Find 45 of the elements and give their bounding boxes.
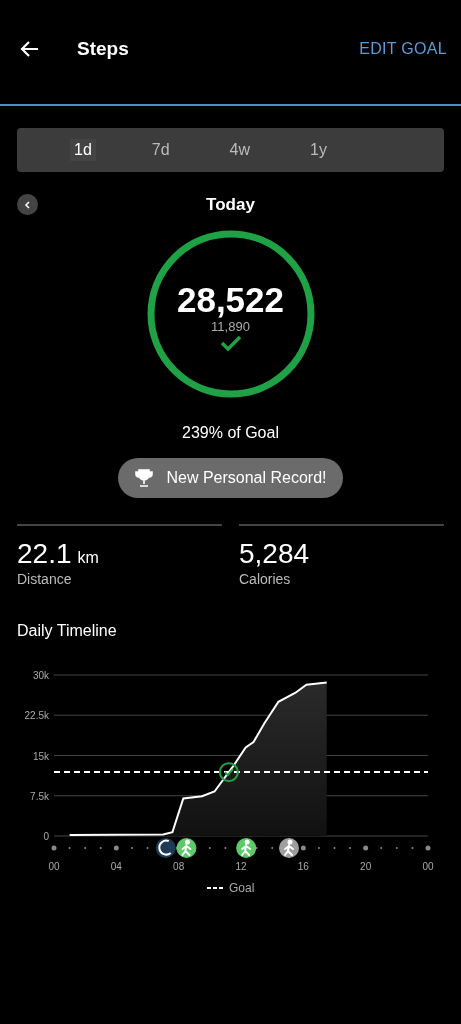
hour-dot xyxy=(363,845,369,851)
moon-icon[interactable] xyxy=(155,838,176,858)
period-tab[interactable]: 4w xyxy=(225,139,255,161)
x-axis-label: 04 xyxy=(110,861,122,872)
x-axis-label: 08 xyxy=(173,861,185,872)
walker-icon[interactable] xyxy=(236,838,257,858)
back-arrow-icon[interactable] xyxy=(20,39,40,59)
period-label: Today xyxy=(206,195,255,215)
page-title: Steps xyxy=(77,38,130,60)
x-axis-label: 20 xyxy=(360,861,372,872)
goal-percentage: 239% of Goal xyxy=(181,424,280,442)
goal-reached-icon xyxy=(218,762,239,783)
step-goal: 11,890 xyxy=(211,318,250,334)
hour-dot xyxy=(51,845,57,851)
y-axis-label: 30k xyxy=(32,670,49,681)
hour-dot xyxy=(425,845,431,851)
section-title: Daily Timeline xyxy=(17,622,118,640)
trophy-icon xyxy=(134,468,155,488)
previous-day-button[interactable] xyxy=(17,194,38,215)
period-tab[interactable]: 1y xyxy=(306,139,331,161)
walker-icon[interactable] xyxy=(279,838,299,858)
runner-icon[interactable] xyxy=(176,838,197,858)
step-count: 28,522 xyxy=(176,280,285,319)
y-axis-label: 0 xyxy=(43,831,49,842)
personal-record-badge[interactable]: New Personal Record! xyxy=(118,458,343,498)
y-axis-label: 15k xyxy=(32,750,49,762)
x-axis-label: 12 xyxy=(235,861,247,872)
x-axis-label: 16 xyxy=(297,861,309,872)
y-axis-label: 22.5k xyxy=(24,710,49,722)
x-axis-label: 00 xyxy=(48,861,60,872)
stat-unit: km xyxy=(77,549,99,567)
legend-label: Goal xyxy=(229,881,255,895)
legend-line xyxy=(206,887,224,889)
stat-value: 5,284 xyxy=(239,538,310,570)
stat-label: Calories xyxy=(239,571,291,587)
x-axis-label: 00 xyxy=(422,861,434,872)
period-tab[interactable]: 1d xyxy=(70,139,96,161)
stat-value: 22.1 xyxy=(17,538,72,570)
edit-goal-button[interactable]: EDIT GOAL xyxy=(359,40,447,58)
hour-dot xyxy=(300,845,306,851)
hour-dot xyxy=(113,845,119,851)
y-axis-label: 7.5k xyxy=(30,790,49,802)
chevron-left-icon xyxy=(22,199,33,210)
stat-label: Distance xyxy=(17,571,72,587)
period-tab[interactable]: 7d xyxy=(147,139,174,161)
